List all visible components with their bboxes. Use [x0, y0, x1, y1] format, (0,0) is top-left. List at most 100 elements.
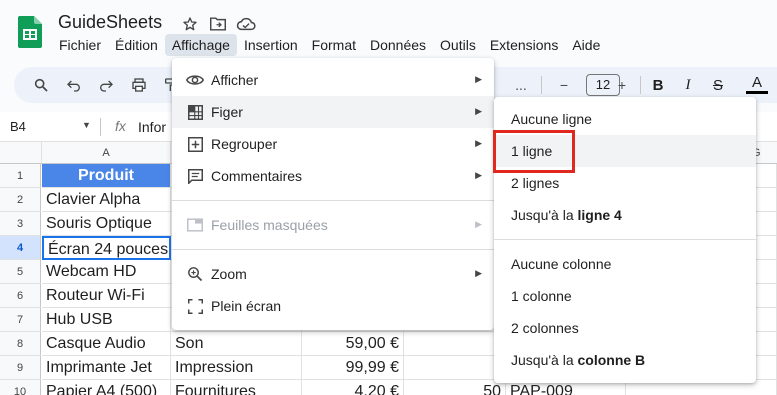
menu-extensions[interactable]: Extensions [483, 34, 565, 56]
menu-item-plein-ecran[interactable]: Plein écran [172, 290, 494, 322]
print-icon[interactable] [130, 76, 148, 94]
menu-format[interactable]: Format [305, 34, 363, 56]
cloud-saved-icon[interactable] [236, 14, 256, 34]
formula-input[interactable]: Infor [138, 119, 166, 135]
eye-icon [184, 71, 206, 89]
cell-a1[interactable]: Produit [42, 164, 171, 188]
menu-insertion[interactable]: Insertion [237, 34, 305, 56]
cell-a10[interactable]: Papier A4 (500) [42, 380, 171, 395]
freeze-no-columns[interactable]: Aucune colonne [494, 248, 756, 280]
cell-a9[interactable]: Imprimante Jet [42, 356, 171, 380]
cell-c10[interactable]: 4,20 € [302, 380, 404, 395]
menu-item-label: Afficher [211, 72, 259, 88]
menu-bar: Fichier Édition Affichage Insertion Form… [52, 34, 607, 56]
menu-item-figer[interactable]: Figer ▶ [172, 96, 494, 128]
row-header[interactable]: 7 [0, 308, 41, 332]
menu-aide[interactable]: Aide [565, 34, 607, 56]
submenu-arrow-icon: ▶ [475, 268, 482, 278]
row-header[interactable]: 3 [0, 212, 41, 236]
zoom-icon [184, 265, 206, 283]
cell-a8[interactable]: Casque Audio [42, 332, 171, 356]
menu-divider [172, 200, 494, 201]
freeze-until-row[interactable]: Jusqu'à la ligne 4 [494, 199, 756, 231]
row-header[interactable]: 9 [0, 356, 41, 380]
cell-d8[interactable] [404, 332, 506, 356]
redo-icon[interactable] [97, 76, 115, 94]
freeze-two-columns[interactable]: 2 colonnes [494, 312, 756, 344]
row-header[interactable]: 4 [0, 236, 41, 260]
decrease-font-size-button[interactable]: − [555, 76, 573, 94]
document-title[interactable]: GuideSheets [58, 12, 162, 33]
cell-d9[interactable] [404, 356, 506, 380]
star-icon[interactable] [180, 14, 200, 34]
formula-divider [100, 118, 101, 136]
freeze-until-row-prefix: Jusqu'à la [511, 207, 578, 223]
cell-b8[interactable]: Son [171, 332, 302, 356]
comment-icon [184, 167, 206, 185]
submenu-arrow-icon: ▶ [475, 138, 482, 148]
row-header[interactable]: 1 [0, 164, 41, 188]
increase-font-size-button[interactable]: + [613, 76, 631, 94]
freeze-one-column[interactable]: 1 colonne [494, 280, 756, 312]
freeze-until-column[interactable]: Jusqu'à la colonne B [494, 344, 756, 376]
cell-c8[interactable]: 59,00 € [302, 332, 404, 356]
column-header-a[interactable]: A [42, 142, 171, 164]
cell-a6[interactable]: Routeur Wi-Fi [42, 284, 171, 308]
cell-b9[interactable]: Impression [171, 356, 302, 380]
submenu-arrow-icon: ▶ [475, 170, 482, 180]
group-plus-icon [184, 135, 206, 153]
chevron-down-icon[interactable]: ▼ [82, 120, 91, 130]
sheets-logo-icon[interactable] [18, 16, 42, 48]
undo-icon[interactable] [65, 76, 83, 94]
submenu-arrow-icon: ▶ [475, 106, 482, 116]
menu-item-label: Figer [211, 104, 243, 120]
text-color-letter: A [751, 74, 762, 91]
menu-donnees[interactable]: Données [363, 34, 433, 56]
freeze-until-column-target: colonne B [577, 352, 646, 368]
select-all-corner[interactable] [0, 142, 42, 164]
cell-c9[interactable]: 99,99 € [302, 356, 404, 380]
cell-d10[interactable]: 50 [404, 380, 506, 395]
sheets-window: GuideSheets Fichier Édition Affichage In… [0, 0, 777, 395]
freeze-until-column-prefix: Jusqu'à la [511, 352, 578, 368]
menu-outils[interactable]: Outils [433, 34, 483, 56]
hidden-sheet-icon [184, 216, 206, 234]
title-actions [180, 14, 256, 34]
italic-button[interactable]: I [679, 76, 697, 94]
menu-item-commentaires[interactable]: Commentaires ▶ [172, 160, 494, 192]
text-color-button[interactable]: A [746, 74, 768, 94]
bold-button[interactable]: B [649, 76, 667, 94]
row-header[interactable]: 2 [0, 188, 41, 212]
fullscreen-icon [184, 297, 206, 315]
menu-item-label: Plein écran [211, 298, 282, 314]
menu-fichier[interactable]: Fichier [52, 34, 108, 56]
menu-edition[interactable]: Édition [108, 34, 165, 56]
cell-a7[interactable]: Hub USB [42, 308, 171, 332]
cell-a3[interactable]: Souris Optique [42, 212, 171, 236]
row-header[interactable]: 5 [0, 260, 41, 284]
menu-item-regrouper[interactable]: Regrouper ▶ [172, 128, 494, 160]
menu-divider [494, 239, 756, 240]
font-dropdown[interactable]: ... [509, 76, 533, 94]
menu-item-label: Regrouper [211, 136, 278, 152]
submenu-arrow-icon: ▶ [475, 219, 482, 229]
row-header[interactable]: 8 [0, 332, 41, 356]
strikethrough-button[interactable]: S [709, 76, 727, 94]
name-box[interactable]: B4 [10, 119, 26, 134]
cell-a2[interactable]: Clavier Alpha [42, 188, 171, 212]
cell-a4[interactable]: Écran 24 pouces [42, 236, 171, 260]
text-color-swatch [746, 91, 768, 94]
menu-item-label: Feuilles masquées [211, 217, 328, 233]
move-to-folder-icon[interactable] [208, 14, 228, 34]
search-menus-icon[interactable] [32, 76, 50, 94]
cell-b10[interactable]: Fournitures [171, 380, 302, 395]
menu-divider [172, 249, 494, 250]
row-header[interactable]: 6 [0, 284, 41, 308]
menu-affichage[interactable]: Affichage [164, 34, 237, 56]
fx-icon: fx [115, 118, 126, 134]
app-header: GuideSheets Fichier Édition Affichage In… [0, 0, 777, 62]
row-header[interactable]: 10 [0, 380, 41, 395]
menu-item-afficher[interactable]: Afficher ▶ [172, 64, 494, 96]
cell-a5[interactable]: Webcam HD [42, 260, 171, 284]
menu-item-zoom[interactable]: Zoom ▶ [172, 258, 494, 290]
